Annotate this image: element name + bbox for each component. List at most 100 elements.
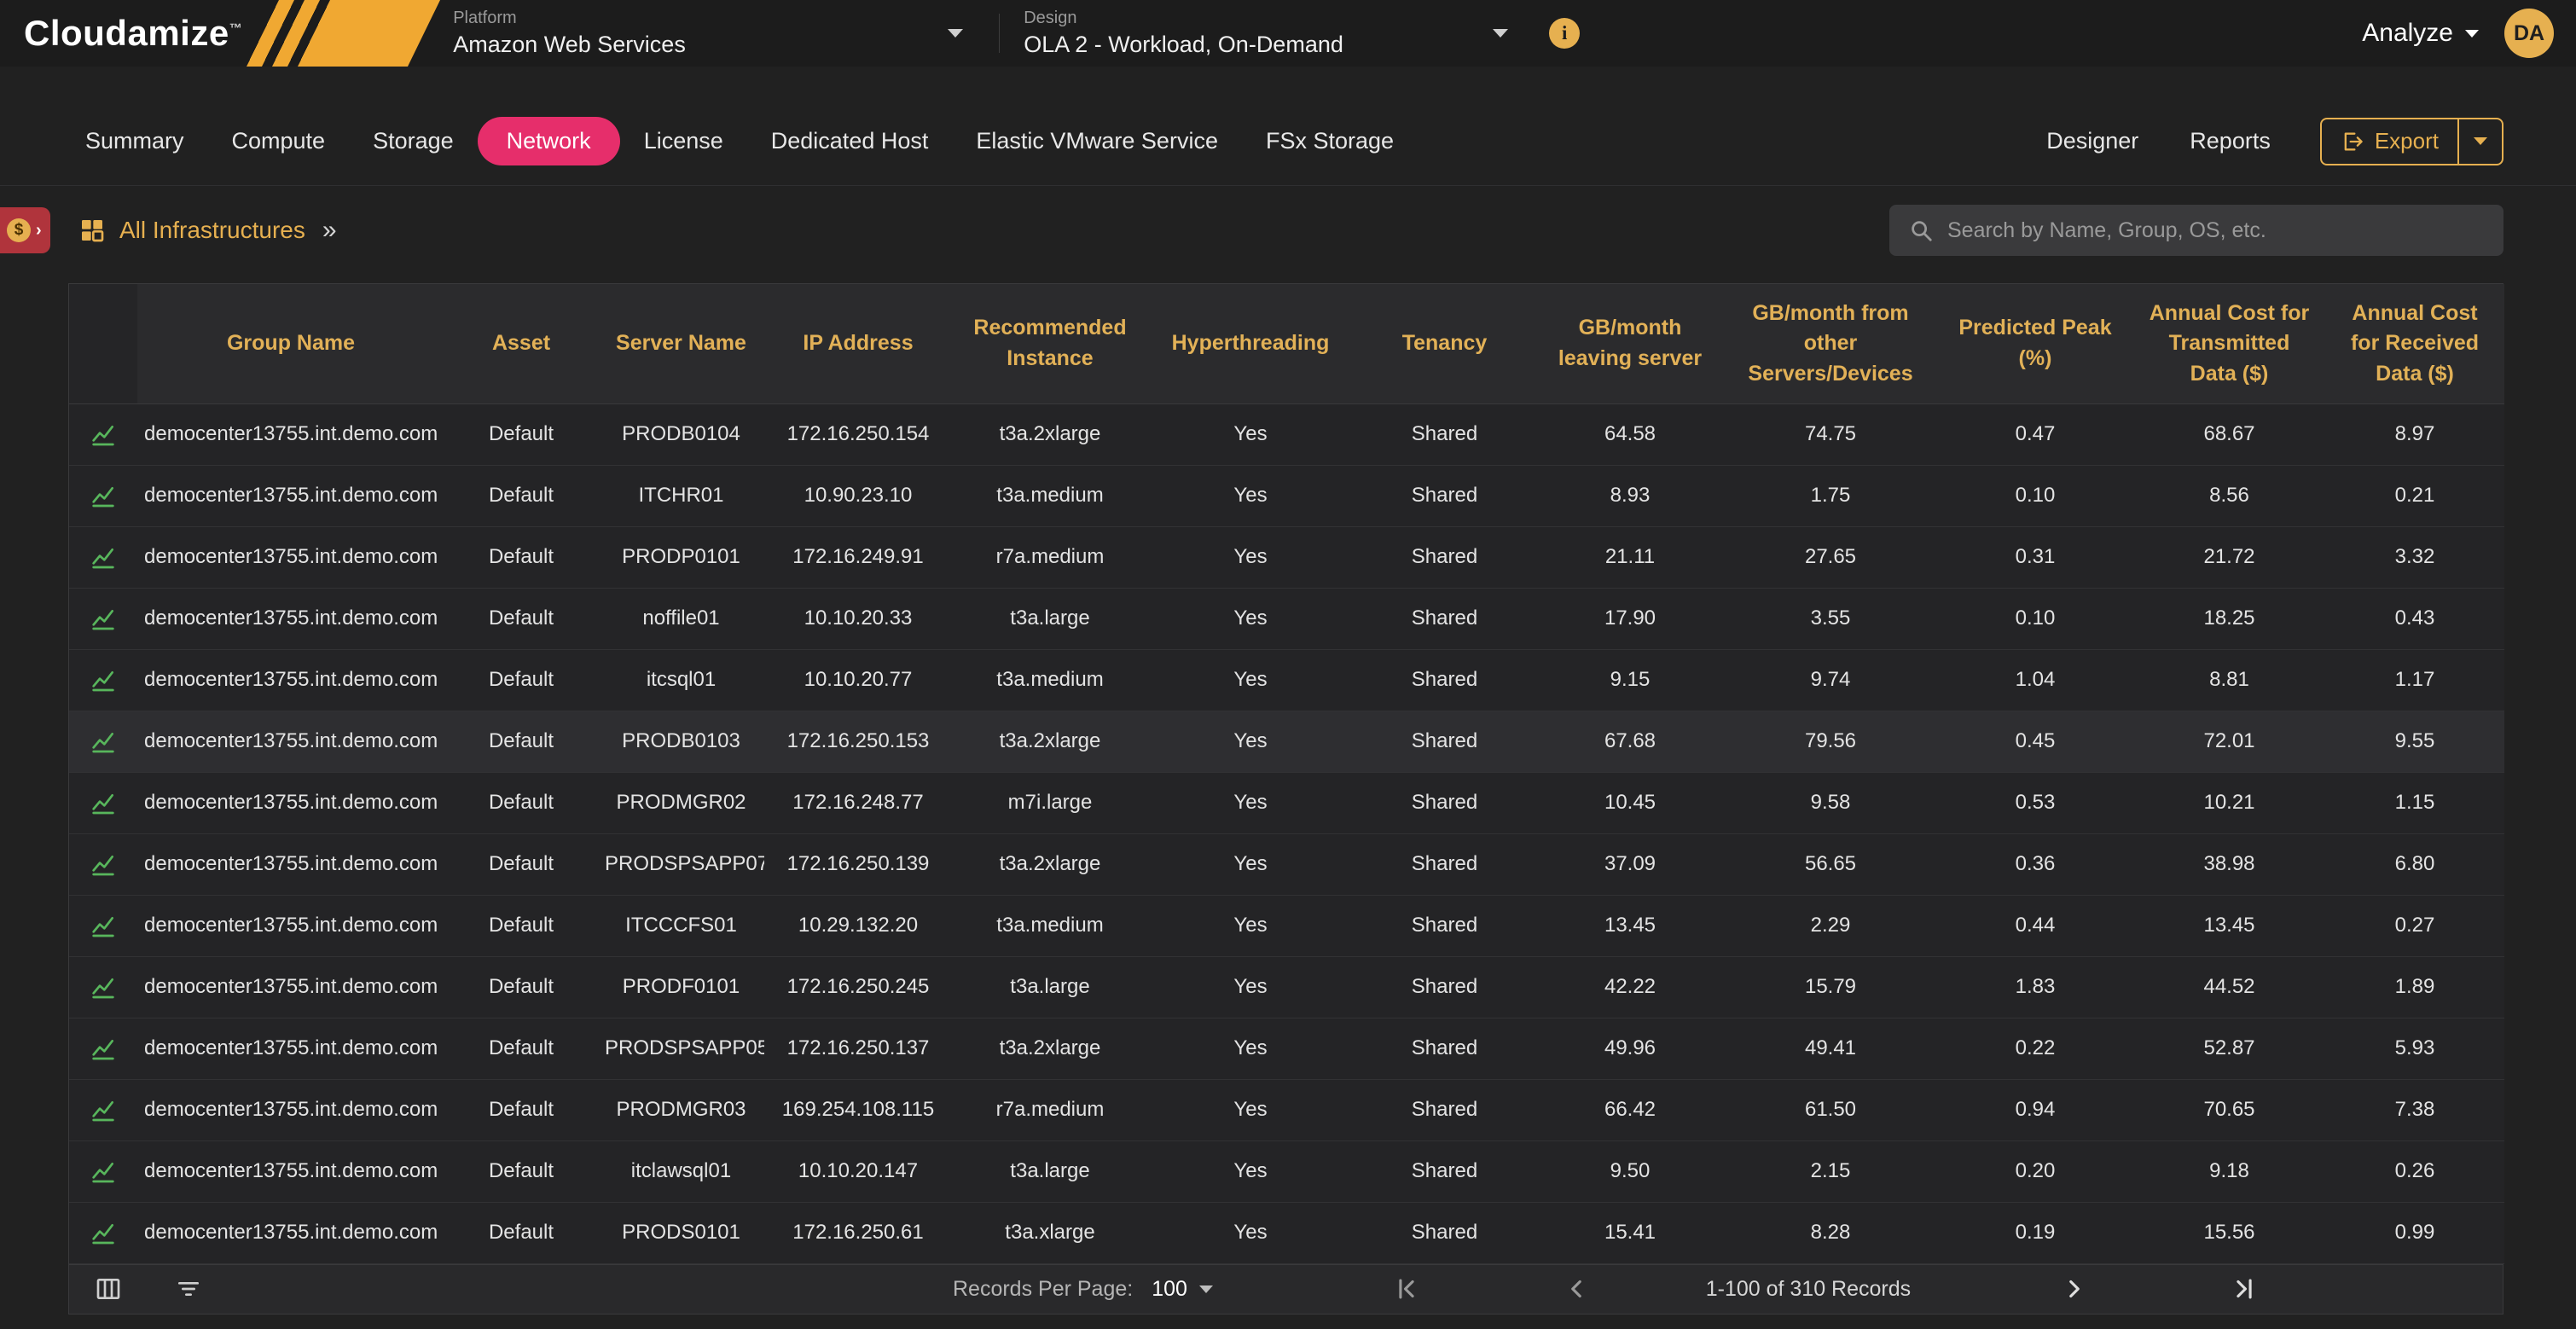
- chart-icon[interactable]: [90, 605, 117, 632]
- user-avatar[interactable]: DA: [2504, 9, 2554, 58]
- tab-storage[interactable]: Storage: [349, 117, 478, 165]
- breadcrumb-expand-icon[interactable]: »: [322, 216, 337, 245]
- tab-dedicated-host[interactable]: Dedicated Host: [747, 117, 953, 165]
- tab-bar: Summary Compute Storage Network License …: [0, 97, 2576, 186]
- next-page-button[interactable]: [2060, 1274, 2089, 1303]
- table-row[interactable]: democenter13755.int.demo.comDefaultitcla…: [69, 1140, 2504, 1202]
- design-select[interactable]: Design OLA 2 - Workload, On-Demand: [1024, 0, 1527, 67]
- table-cell: 21.11: [1536, 526, 1724, 588]
- table-row[interactable]: democenter13755.int.demo.comDefaultnoffi…: [69, 588, 2504, 649]
- previous-page-button[interactable]: [1562, 1274, 1591, 1303]
- table-cell: democenter13755.int.demo.com: [137, 895, 444, 956]
- table-cell: 9.50: [1536, 1140, 1724, 1202]
- table-row[interactable]: democenter13755.int.demo.comDefaultPRODB…: [69, 403, 2504, 465]
- tab-summary[interactable]: Summary: [61, 117, 208, 165]
- cloudamize-logo: Cloudamize™: [24, 13, 242, 54]
- table-cell: 10.21: [2133, 772, 2325, 833]
- tab-elastic-vmware-service[interactable]: Elastic VMware Service: [952, 117, 1242, 165]
- analyze-menu[interactable]: Analyze: [2362, 19, 2479, 48]
- table-cell: Yes: [1148, 1018, 1353, 1079]
- table-row[interactable]: democenter13755.int.demo.comDefaultITCHR…: [69, 465, 2504, 526]
- export-icon: [2341, 130, 2364, 154]
- table-row[interactable]: democenter13755.int.demo.comDefaultPRODM…: [69, 1079, 2504, 1140]
- chart-icon[interactable]: [90, 912, 117, 939]
- chart-icon[interactable]: [90, 1035, 117, 1062]
- dollar-coin-icon: $: [7, 218, 31, 242]
- table-row[interactable]: democenter13755.int.demo.comDefaultPRODP…: [69, 526, 2504, 588]
- chart-icon[interactable]: [90, 728, 117, 755]
- table-cell: Yes: [1148, 711, 1353, 772]
- tab-license[interactable]: License: [620, 117, 747, 165]
- table-cell: t3a.2xlarge: [952, 711, 1148, 772]
- table-cell: 79.56: [1724, 711, 1937, 772]
- table-row[interactable]: democenter13755.int.demo.comDefaultPRODM…: [69, 772, 2504, 833]
- chart-cell: [69, 956, 137, 1018]
- table-cell: itclawsql01: [598, 1140, 764, 1202]
- chart-icon[interactable]: [90, 1158, 117, 1185]
- cost-panel-toggle[interactable]: $ ›: [0, 207, 50, 253]
- table-cell: Yes: [1148, 588, 1353, 649]
- column-header-gb-from-other: GB/month from other Servers/Devices: [1724, 284, 1937, 403]
- chart-icon[interactable]: [90, 1219, 117, 1246]
- export-button[interactable]: Export: [2320, 118, 2503, 165]
- last-page-button[interactable]: [2230, 1274, 2259, 1303]
- tab-fsx-storage[interactable]: FSx Storage: [1242, 117, 1418, 165]
- table-cell: t3a.xlarge: [952, 1202, 1148, 1263]
- table-row[interactable]: democenter13755.int.demo.comDefaultPRODF…: [69, 956, 2504, 1018]
- table-row[interactable]: democenter13755.int.demo.comDefaultPRODB…: [69, 711, 2504, 772]
- tab-network[interactable]: Network: [478, 117, 620, 165]
- table-cell: Default: [444, 403, 598, 465]
- chart-icon[interactable]: [90, 973, 117, 1001]
- table-row[interactable]: democenter13755.int.demo.comDefaultPRODS…: [69, 1018, 2504, 1079]
- table-cell: 37.09: [1536, 833, 1724, 895]
- table-row[interactable]: democenter13755.int.demo.comDefaultitcsq…: [69, 649, 2504, 711]
- table-cell: 172.16.250.61: [764, 1202, 952, 1263]
- table-cell: 10.10.20.147: [764, 1140, 952, 1202]
- tab-compute[interactable]: Compute: [208, 117, 350, 165]
- table-row[interactable]: democenter13755.int.demo.comDefaultITCCC…: [69, 895, 2504, 956]
- search-input[interactable]: [1947, 218, 2485, 243]
- chevron-down-icon: [948, 29, 963, 38]
- table-cell: 172.16.249.91: [764, 526, 952, 588]
- table-row[interactable]: democenter13755.int.demo.comDefaultPRODS…: [69, 833, 2504, 895]
- table-cell: 172.16.250.137: [764, 1018, 952, 1079]
- column-header-predicted-peak: Predicted Peak (%): [1937, 284, 2133, 403]
- table-cell: 9.58: [1724, 772, 1937, 833]
- table-cell: 8.56: [2133, 465, 2325, 526]
- table-cell: democenter13755.int.demo.com: [137, 772, 444, 833]
- chart-icon[interactable]: [90, 1096, 117, 1123]
- export-dropdown-button[interactable]: [2457, 119, 2502, 164]
- chart-icon[interactable]: [90, 482, 117, 509]
- first-page-button[interactable]: [1392, 1274, 1421, 1303]
- column-settings-button[interactable]: [95, 1275, 122, 1303]
- breadcrumb[interactable]: All Infrastructures »: [78, 216, 337, 245]
- chart-icon[interactable]: [90, 666, 117, 694]
- table-cell: PRODSPSAPP07: [598, 833, 764, 895]
- table-cell: 0.27: [2325, 895, 2504, 956]
- table-cell: 13.45: [2133, 895, 2325, 956]
- table-cell: PRODMGR02: [598, 772, 764, 833]
- network-table-card: Group Name Asset Server Name IP Address …: [68, 283, 2503, 1314]
- chart-icon[interactable]: [90, 543, 117, 571]
- table-cell: PRODP0101: [598, 526, 764, 588]
- filter-list-button[interactable]: [175, 1275, 202, 1303]
- table-cell: 66.42: [1536, 1079, 1724, 1140]
- chart-icon[interactable]: [90, 850, 117, 878]
- table-cell: 18.25: [2133, 588, 2325, 649]
- chart-icon[interactable]: [90, 789, 117, 816]
- table-cell: 64.58: [1536, 403, 1724, 465]
- designer-link[interactable]: Designer: [2021, 117, 2164, 165]
- table-cell: itcsql01: [598, 649, 764, 711]
- chart-cell: [69, 1018, 137, 1079]
- records-per-page-select[interactable]: 100: [1152, 1277, 1213, 1302]
- chart-icon[interactable]: [90, 421, 117, 448]
- column-header-hyperthreading: Hyperthreading: [1148, 284, 1353, 403]
- table-cell: democenter13755.int.demo.com: [137, 649, 444, 711]
- reports-link[interactable]: Reports: [2164, 117, 2296, 165]
- table-row[interactable]: democenter13755.int.demo.comDefaultPRODS…: [69, 1202, 2504, 1263]
- info-icon[interactable]: i: [1549, 18, 1580, 49]
- table-cell: 5.93: [2325, 1018, 2504, 1079]
- table-cell: 1.17: [2325, 649, 2504, 711]
- platform-select[interactable]: Platform Amazon Web Services: [453, 0, 982, 67]
- table-cell: democenter13755.int.demo.com: [137, 1079, 444, 1140]
